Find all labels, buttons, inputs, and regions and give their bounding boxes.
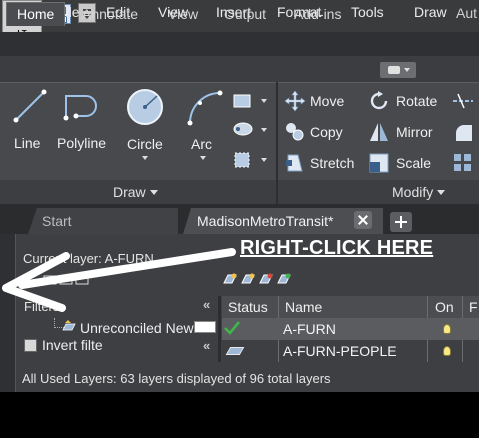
tab-output[interactable]: Output [224, 6, 266, 22]
fillet-icon[interactable] [452, 121, 474, 143]
region-chevron-down-icon[interactable] [261, 158, 267, 162]
window-title: Aut [456, 5, 478, 21]
modify-panel-title: Modify [392, 184, 434, 200]
file-tab-active-label: MadisonMetroTransit* [197, 213, 334, 229]
mirror-icon[interactable] [368, 121, 390, 143]
new-tab-plus-icon[interactable] [390, 212, 412, 232]
file-tab-start[interactable]: Start [28, 208, 178, 234]
arrow-icon [2, 248, 236, 312]
circle-chevron-down-icon[interactable] [142, 156, 148, 160]
column-name[interactable]: Name [285, 299, 322, 315]
arc-chevron-down-icon[interactable] [200, 156, 206, 160]
copy-tool-label[interactable]: Copy [310, 124, 343, 140]
rectangle-icon[interactable] [232, 92, 252, 110]
hatch-chevron-down-icon[interactable] [261, 128, 267, 132]
layer-filter-icon [62, 320, 76, 331]
layer-name-cell[interactable]: A-FURN [283, 321, 336, 337]
draw-panel-label[interactable]: Draw [113, 184, 158, 200]
stretch-icon[interactable] [284, 152, 306, 174]
mirror-tool-label[interactable]: Mirror [396, 124, 433, 140]
layer-count-status: All Used Layers: 63 layers displayed of … [22, 371, 331, 386]
copy-icon[interactable] [284, 121, 306, 143]
ribbon-display-toggle-icon[interactable] [380, 62, 416, 78]
move-icon[interactable] [284, 90, 306, 112]
stretch-tool-label[interactable]: Stretch [310, 155, 354, 171]
tab-home[interactable]: Home [6, 2, 66, 26]
polyline-icon[interactable] [62, 90, 106, 124]
right-click-callout: RIGHT-CLICK HERE [240, 237, 434, 259]
rotate-tool-label[interactable]: Rotate [396, 93, 437, 109]
tab-view[interactable]: View [168, 6, 198, 22]
hatch-icon[interactable] [232, 120, 254, 138]
current-layer-check-icon [224, 321, 240, 335]
rectangle-chevron-down-icon[interactable] [261, 99, 267, 103]
array-icon[interactable] [452, 152, 474, 174]
polyline-tool-label[interactable]: Polyline [57, 135, 106, 151]
tab-annotate[interactable]: Annotate [82, 6, 138, 22]
menu-tools[interactable]: Tools [351, 4, 384, 20]
layer-name-cell[interactable]: A-FURN-PEOPLE [283, 343, 397, 359]
rotate-icon[interactable] [368, 90, 390, 112]
trim-icon[interactable] [452, 90, 474, 112]
line-tool-label[interactable]: Line [14, 135, 40, 151]
table-row[interactable] [222, 318, 479, 340]
draw-panel-title: Draw [113, 184, 146, 200]
line-icon[interactable] [12, 88, 48, 124]
circle-tool-label[interactable]: Circle [127, 136, 163, 152]
modify-panel-label[interactable]: Modify [392, 184, 446, 200]
invert-filter-checkbox[interactable] [24, 339, 37, 352]
menu-bar [0, 32, 479, 56]
menu-draw[interactable]: Draw [414, 4, 447, 20]
tab-add-ins[interactable]: Add-ins [294, 6, 341, 22]
circle-icon[interactable] [125, 87, 165, 127]
column-freeze[interactable]: F [469, 299, 478, 315]
invert-filter-label: Invert filte [42, 337, 103, 353]
filter-item-unreconciled[interactable]: Unreconciled New [80, 320, 198, 336]
region-icon[interactable] [232, 150, 252, 170]
close-icon[interactable] [354, 211, 372, 229]
modify-panel-footer [278, 180, 479, 204]
lightbulb-on-icon[interactable] [443, 324, 451, 334]
file-tab-active[interactable]: MadisonMetroTransit* [183, 208, 383, 234]
arc-icon[interactable] [186, 87, 226, 127]
scale-icon[interactable] [368, 152, 390, 174]
file-tab-start-label: Start [42, 213, 72, 229]
column-on[interactable]: On [435, 299, 454, 315]
draw-panel-chevron-down-icon [149, 190, 158, 195]
arc-tool-label[interactable]: Arc [191, 136, 212, 152]
filter-swatch [194, 321, 216, 333]
scale-tool-label[interactable]: Scale [396, 155, 431, 171]
modify-panel-chevron-down-icon [437, 190, 446, 195]
move-tool-label[interactable]: Move [310, 93, 344, 109]
collapse-tree-icon[interactable]: « [203, 338, 210, 353]
lightbulb-on-icon[interactable] [443, 346, 451, 356]
